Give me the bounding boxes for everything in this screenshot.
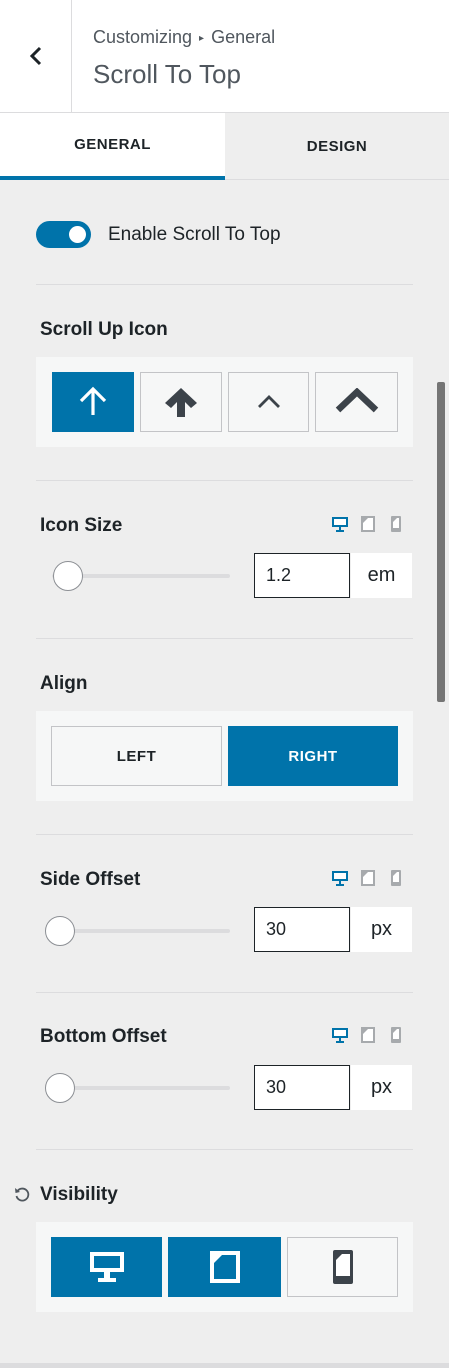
tab-general[interactable]: GENERAL (0, 113, 225, 180)
divider (36, 480, 413, 481)
chevron-up-thin-icon (257, 395, 280, 408)
mobile-icon[interactable] (387, 869, 405, 887)
align-label: Align (40, 673, 88, 694)
tablet-icon[interactable] (359, 515, 377, 533)
breadcrumb-separator: ▸ (199, 33, 205, 44)
toggle-knob (69, 226, 86, 243)
desktop-icon[interactable] (331, 515, 349, 533)
chevron-up-bold-icon (335, 388, 378, 413)
align-right-button[interactable]: RIGHT (228, 726, 398, 786)
customizer-header: Customizing ▸ General Scroll To Top (0, 0, 449, 113)
bottom-offset-device-switcher (331, 1026, 405, 1044)
arrow-up-thin-icon (79, 386, 107, 415)
bottom-offset-slider-track[interactable] (52, 1086, 230, 1090)
desktop-icon[interactable] (331, 869, 349, 887)
mobile-icon[interactable] (387, 1026, 405, 1044)
icon-option-chevron-up-thin[interactable] (228, 372, 309, 432)
tab-design[interactable]: DESIGN (225, 113, 449, 180)
icon-size-unit[interactable]: em (351, 553, 412, 598)
page-title: Scroll To Top (93, 59, 241, 89)
bottom-border (0, 1363, 449, 1368)
enable-scroll-to-top-label: Enable Scroll To Top (108, 224, 281, 245)
bottom-offset-unit[interactable]: px (351, 1065, 412, 1110)
icon-size-label: Icon Size (40, 515, 123, 536)
tablet-icon (209, 1251, 240, 1283)
side-offset-slider-handle[interactable] (45, 916, 75, 946)
side-offset-slider-track[interactable] (52, 929, 230, 933)
desktop-icon (89, 1252, 124, 1282)
divider (36, 834, 413, 835)
divider (36, 284, 413, 285)
side-offset-device-switcher (331, 869, 405, 887)
icon-size-slider-handle[interactable] (53, 561, 83, 591)
breadcrumb-parent: Customizing (93, 27, 193, 47)
icon-option-arrow-up-bold[interactable] (140, 372, 222, 432)
scroll-up-icon-panel (36, 357, 413, 447)
bottom-offset-slider-handle[interactable] (45, 1073, 75, 1103)
scroll-up-icon-label: Scroll Up Icon (40, 319, 168, 340)
divider (36, 638, 413, 639)
tab-bar: GENERAL DESIGN (0, 113, 449, 180)
enable-scroll-to-top-toggle[interactable] (36, 221, 91, 248)
desktop-icon[interactable] (331, 1026, 349, 1044)
side-offset-unit[interactable]: px (351, 907, 412, 952)
visibility-tablet-button[interactable] (168, 1237, 281, 1297)
align-panel: LEFT RIGHT (36, 711, 413, 801)
reset-icon[interactable] (13, 1185, 31, 1203)
icon-option-arrow-up-thin[interactable] (52, 372, 134, 432)
visibility-panel (36, 1222, 413, 1312)
scrollbar-thumb[interactable] (437, 382, 445, 702)
tablet-icon[interactable] (359, 1026, 377, 1044)
divider (36, 1149, 413, 1150)
back-button[interactable] (0, 0, 72, 112)
mobile-icon (332, 1250, 353, 1284)
side-offset-label: Side Offset (40, 869, 141, 890)
side-offset-input[interactable]: 30 (254, 907, 350, 952)
breadcrumb-current: General (211, 27, 276, 47)
visibility-desktop-button[interactable] (51, 1237, 162, 1297)
chevron-left-icon (29, 46, 41, 66)
arrow-up-bold-icon (165, 388, 197, 417)
visibility-mobile-button[interactable] (287, 1237, 398, 1297)
bottom-offset-input[interactable]: 30 (254, 1065, 350, 1110)
icon-size-device-switcher (331, 515, 405, 533)
tablet-icon[interactable] (359, 869, 377, 887)
icon-size-input[interactable]: 1.2 (254, 553, 350, 598)
visibility-label: Visibility (40, 1184, 118, 1205)
icon-option-chevron-up-bold[interactable] (315, 372, 398, 432)
bottom-offset-label: Bottom Offset (40, 1026, 167, 1047)
mobile-icon[interactable] (387, 515, 405, 533)
divider (36, 992, 413, 993)
breadcrumb: Customizing ▸ General (93, 27, 275, 48)
align-left-button[interactable]: LEFT (51, 726, 222, 786)
